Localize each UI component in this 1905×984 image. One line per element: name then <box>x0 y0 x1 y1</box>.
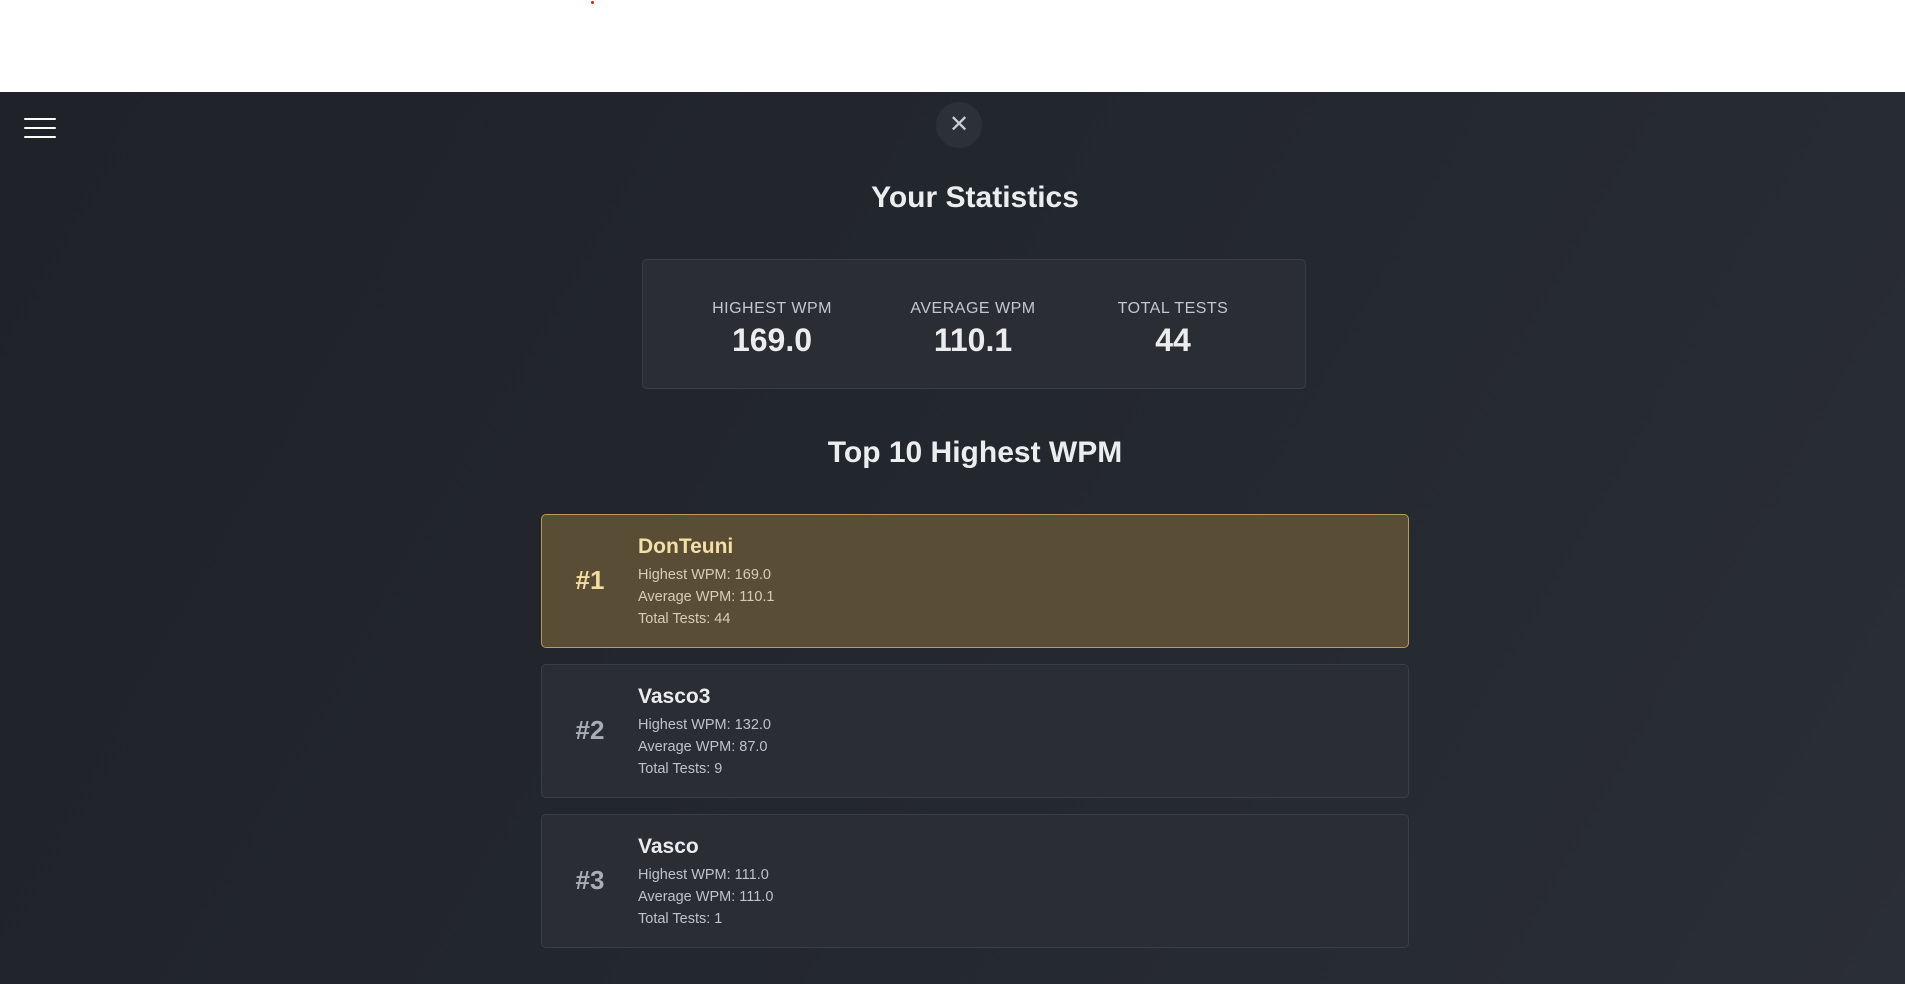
rank-badge: #3 <box>575 865 605 895</box>
highest-wpm-text: Highest WPM: 132.0 <box>638 717 771 733</box>
total-tests-text: Total Tests: 9 <box>638 761 723 777</box>
stats-summary-card: HIGHEST WPM 169.0 AVERAGE WPM 110.1 TOTA… <box>642 259 1306 389</box>
close-icon: ✕ <box>948 111 970 138</box>
average-wpm-text: Average WPM: 111.0 <box>638 889 774 905</box>
player-name: DonTeuni <box>638 535 734 558</box>
highest-wpm-text: Highest WPM: 169.0 <box>638 567 771 583</box>
player-name: Vasco <box>638 835 699 858</box>
average-wpm-text: Average WPM: 110.1 <box>638 589 775 605</box>
leaderboard-entry-2[interactable]: #2 Vasco3 Highest WPM: 132.0 Average WPM… <box>541 664 1409 798</box>
total-tests-text: Total Tests: 44 <box>638 611 731 627</box>
rank-badge: #1 <box>575 565 605 595</box>
stat-label: HIGHEST WPM <box>712 300 832 317</box>
stat-value: 169.0 <box>731 322 813 358</box>
player-name: Vasco3 <box>638 685 711 708</box>
stat-total-tests: TOTAL TESTS 44 <box>1093 300 1253 359</box>
leaderboard-title: Top 10 Highest WPM <box>827 436 1123 469</box>
hamburger-menu-icon[interactable] <box>24 118 56 140</box>
stat-average-wpm: AVERAGE WPM 110.1 <box>893 300 1053 359</box>
top-blank-area <box>0 0 1905 92</box>
stat-label: AVERAGE WPM <box>910 300 1036 317</box>
stat-value: 110.1 <box>933 322 1013 358</box>
close-button[interactable]: ✕ <box>936 102 982 148</box>
page-title: Your Statistics <box>871 181 1079 214</box>
leaderboard-entry-3[interactable]: #3 Vasco Highest WPM: 111.0 Average WPM:… <box>541 814 1409 948</box>
stat-value: 44 <box>1155 322 1191 358</box>
stat-label: TOTAL TESTS <box>1117 300 1229 317</box>
red-dot-mark <box>591 1 594 4</box>
average-wpm-text: Average WPM: 87.0 <box>638 739 768 755</box>
leaderboard-entry-1[interactable]: #1 DonTeuni Highest WPM: 169.0 Average W… <box>541 514 1409 648</box>
highest-wpm-text: Highest WPM: 111.0 <box>638 867 769 883</box>
rank-badge: #2 <box>575 715 605 745</box>
statistics-panel: ✕ Your Statistics HIGHEST WPM 169.0 AVER… <box>0 92 1905 984</box>
total-tests-text: Total Tests: 1 <box>638 911 723 927</box>
stat-highest-wpm: HIGHEST WPM 169.0 <box>692 300 852 359</box>
